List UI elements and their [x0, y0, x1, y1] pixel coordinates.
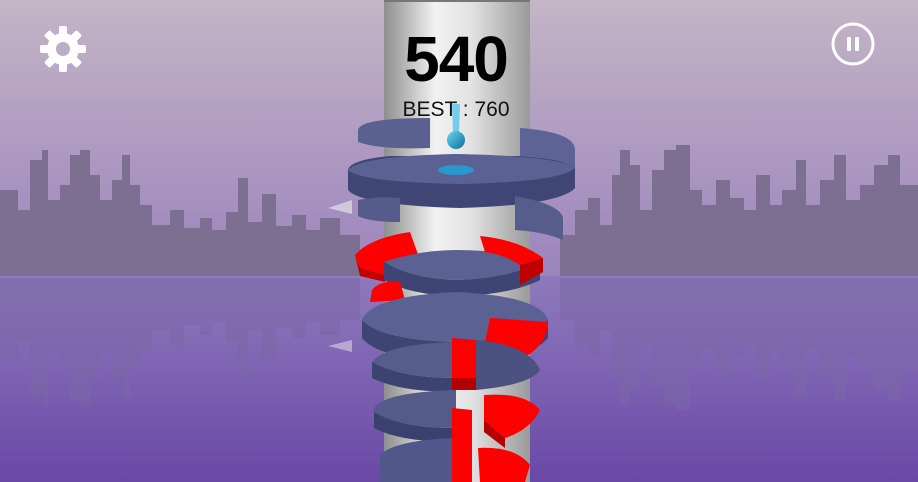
ball — [447, 131, 465, 149]
best-score: BEST : 760 — [402, 98, 510, 121]
settings-button[interactable] — [38, 24, 88, 74]
score-display: 540 — [404, 23, 509, 95]
pause-button[interactable] — [830, 21, 876, 67]
tower-top-edge — [384, 0, 530, 2]
gear-icon — [40, 26, 86, 72]
pause-icon — [831, 22, 875, 66]
